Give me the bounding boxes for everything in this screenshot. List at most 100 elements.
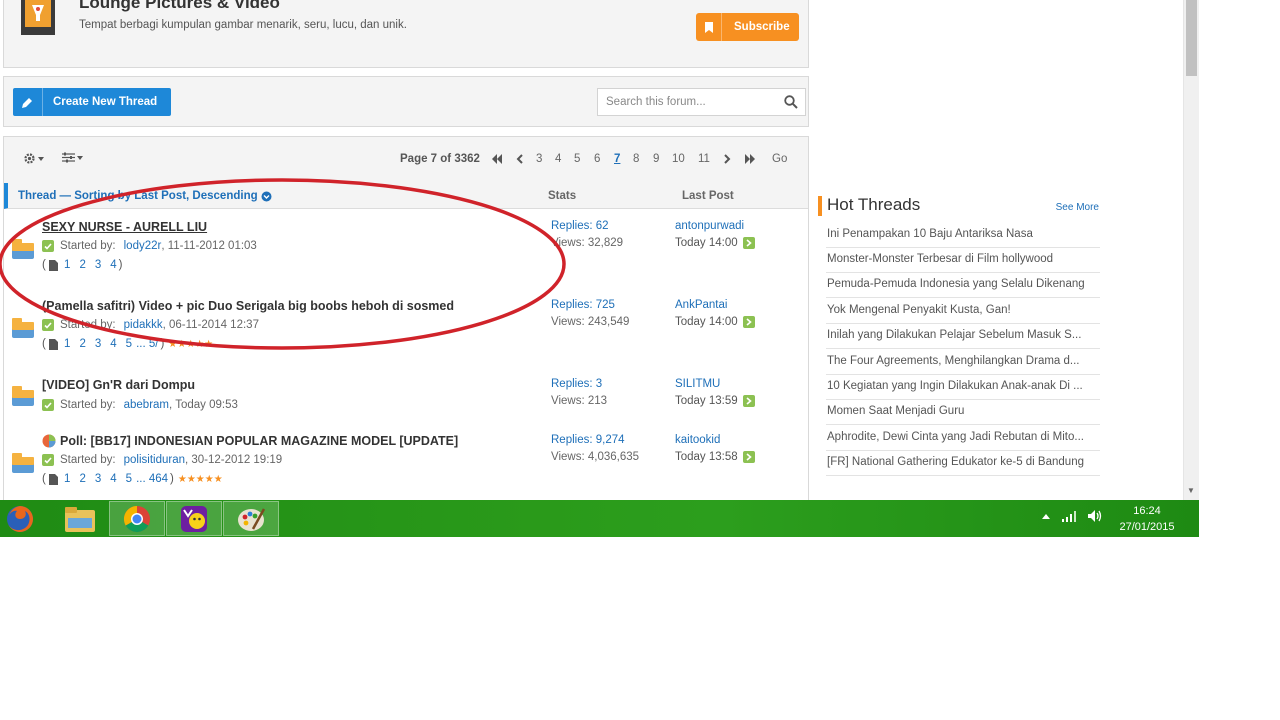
search-input[interactable] bbox=[598, 89, 782, 115]
page-link-10[interactable]: 10 bbox=[672, 153, 685, 165]
thread-author[interactable]: abebram bbox=[124, 399, 169, 411]
thread-author[interactable]: pidakkk bbox=[124, 319, 163, 331]
hot-thread-item[interactable]: Aphrodite, Dewi Cinta yang Jadi Rebutan … bbox=[826, 426, 1100, 451]
thread-replies: Replies: 62 bbox=[551, 220, 609, 232]
thread-page-link[interactable]: 2 bbox=[79, 259, 85, 271]
speaker-volume-icon[interactable] bbox=[1088, 510, 1102, 522]
thread-page-link[interactable]: 5 bbox=[126, 473, 132, 485]
browser-content: Lounge Pictures & Video Tempat berbagi k… bbox=[0, 0, 1183, 500]
thread-title[interactable]: Poll: [BB17] INDONESIAN POPULAR MAGAZINE… bbox=[60, 434, 458, 448]
thread-author[interactable]: lody22r bbox=[124, 240, 162, 252]
go-to-last-post-icon[interactable] bbox=[742, 316, 755, 328]
thread-row[interactable]: [VIDEO] Gn'R dari Dompu Started by: abeb… bbox=[4, 367, 808, 424]
last-post-user[interactable]: SILITMU bbox=[675, 378, 720, 390]
thread-title[interactable]: SEXY NURSE - AURELL LIU bbox=[42, 220, 207, 234]
hot-thread-item[interactable]: Pemuda-Pemuda Indonesia yang Selalu Dike… bbox=[826, 273, 1100, 298]
last-post-column-header: Last Post bbox=[682, 190, 734, 202]
thread-topbar: Page 7 of 3362 3 4 5 6 7 8 9 10 11 Go bbox=[4, 137, 808, 184]
thread-page-link[interactable]: 1 bbox=[64, 473, 70, 485]
thread-page-more[interactable]: ... 5/ bbox=[136, 338, 158, 350]
thread-row[interactable]: (Pamella safitri) Video + pic Duo Seriga… bbox=[4, 288, 808, 368]
hot-thread-item[interactable]: The Four Agreements, Menghilangkan Drama… bbox=[826, 350, 1100, 375]
first-page-icon[interactable] bbox=[491, 154, 503, 164]
filter-dropdown[interactable] bbox=[62, 152, 83, 163]
sort-dropdown[interactable]: Thread — Sorting by Last Post, Descendin… bbox=[18, 190, 272, 202]
last-post-user[interactable]: AnkPantai bbox=[675, 299, 727, 311]
next-page-icon[interactable] bbox=[724, 154, 732, 164]
search-icon[interactable] bbox=[784, 95, 798, 109]
page-link-11[interactable]: 11 bbox=[698, 153, 710, 165]
check-icon bbox=[42, 454, 54, 466]
started-by-label: Started by: bbox=[60, 319, 116, 331]
chevron-circle-down-icon bbox=[261, 191, 272, 201]
page-link-3[interactable]: 3 bbox=[536, 153, 542, 165]
page-link-5[interactable]: 5 bbox=[574, 153, 580, 165]
search-box bbox=[597, 88, 806, 116]
thread-page-link[interactable]: 4 bbox=[110, 259, 116, 271]
taskbar-chrome[interactable] bbox=[109, 501, 165, 536]
hot-thread-item[interactable]: Monster-Monster Terbesar di Film hollywo… bbox=[826, 248, 1100, 273]
network-signal-icon[interactable] bbox=[1062, 510, 1076, 522]
thread-page-link[interactable]: 3 bbox=[95, 338, 101, 350]
thread-page-link[interactable]: 1 bbox=[64, 259, 70, 271]
previous-page-icon[interactable] bbox=[515, 154, 523, 164]
thread-page-link[interactable]: 2 bbox=[79, 338, 85, 350]
thread-title[interactable]: [VIDEO] Gn'R dari Dompu bbox=[42, 378, 195, 392]
taskbar-file-explorer[interactable] bbox=[52, 501, 108, 536]
hot-thread-item[interactable]: Inilah yang Dilakukan Pelajar Sebelum Ma… bbox=[826, 324, 1100, 349]
page-link-9[interactable]: 9 bbox=[653, 153, 659, 165]
thread-page-link[interactable]: 4 bbox=[110, 338, 116, 350]
thread-title-wrap[interactable]: Poll: [BB17] INDONESIAN POPULAR MAGAZINE… bbox=[42, 434, 458, 448]
hot-thread-item[interactable]: 10 Kegiatan yang Ingin Dilakukan Anak-an… bbox=[826, 375, 1100, 400]
last-post-user[interactable]: antonpurwadi bbox=[675, 220, 744, 232]
last-post-user[interactable]: kaitookid bbox=[675, 434, 720, 446]
go-button[interactable]: Go bbox=[772, 153, 787, 165]
see-more-link[interactable]: See More bbox=[1056, 202, 1099, 213]
page-link-6[interactable]: 6 bbox=[594, 153, 600, 165]
clock-date[interactable]: 27/01/2015 bbox=[1116, 521, 1178, 533]
go-to-last-post-icon[interactable] bbox=[742, 237, 755, 249]
thread-page-link[interactable]: 3 bbox=[95, 259, 101, 271]
sliders-icon bbox=[62, 152, 75, 163]
scroll-down-arrow-icon[interactable]: ▼ bbox=[1187, 486, 1195, 495]
create-new-thread-button[interactable]: Create New Thread bbox=[13, 88, 171, 116]
thread-title[interactable]: (Pamella safitri) Video + pic Duo Seriga… bbox=[42, 299, 454, 313]
thread-row[interactable]: Poll: [BB17] INDONESIAN POPULAR MAGAZINE… bbox=[4, 423, 808, 500]
thread-page-link[interactable]: 5 bbox=[126, 338, 132, 350]
go-to-last-post-icon[interactable] bbox=[742, 395, 755, 407]
clock-time[interactable]: 16:24 bbox=[1120, 505, 1174, 517]
thread-row[interactable]: SEXY NURSE - AURELL LIU Started by: lody… bbox=[4, 209, 808, 289]
bookmark-icon bbox=[696, 13, 722, 41]
taskbar: 16:24 27/01/2015 bbox=[0, 500, 1199, 537]
hot-thread-item[interactable]: Momen Saat Menjadi Guru bbox=[826, 400, 1100, 425]
thread-page-link[interactable]: 1 bbox=[64, 338, 70, 350]
last-page-icon[interactable] bbox=[744, 154, 756, 164]
settings-dropdown[interactable] bbox=[23, 152, 44, 165]
thread-page-link[interactable]: 2 bbox=[79, 473, 85, 485]
taskbar-paint[interactable] bbox=[223, 501, 279, 536]
page-link-current[interactable]: 7 bbox=[614, 153, 620, 165]
thread-page-link[interactable]: 4 bbox=[110, 473, 116, 485]
scrollbar-thumb[interactable] bbox=[1186, 0, 1197, 76]
thread-author[interactable]: polisitiduran bbox=[124, 454, 185, 466]
last-post-time-text: Today 14:00 bbox=[675, 237, 738, 249]
thread-views: Views: 243,549 bbox=[551, 316, 630, 328]
taskbar-firefox[interactable] bbox=[0, 501, 40, 536]
thread-page-more[interactable]: ... 464 bbox=[136, 473, 168, 485]
page-link-4[interactable]: 4 bbox=[555, 153, 561, 165]
caret-down-icon bbox=[38, 156, 44, 161]
vertical-scrollbar[interactable]: ▼ bbox=[1183, 0, 1199, 500]
page-indicator: Page 7 of 3362 bbox=[400, 153, 480, 165]
hot-thread-item[interactable]: Yok Mengenal Penyakit Kusta, Gan! bbox=[826, 299, 1100, 324]
taskbar-yahoo-messenger[interactable] bbox=[166, 501, 222, 536]
thread-views: Views: 4,036,635 bbox=[551, 451, 640, 463]
hot-thread-item[interactable]: [FR] National Gathering Edukator ke-5 di… bbox=[826, 451, 1100, 476]
show-hidden-icons-icon[interactable] bbox=[1042, 513, 1050, 519]
thread-page-link[interactable]: 3 bbox=[95, 473, 101, 485]
subscribe-button[interactable]: Subscribe bbox=[696, 13, 799, 41]
page-link-8[interactable]: 8 bbox=[633, 153, 639, 165]
forum-header: Lounge Pictures & Video Tempat berbagi k… bbox=[3, 0, 809, 68]
last-post-time: Today 13:59 bbox=[675, 395, 755, 407]
hot-thread-item[interactable]: Ini Penampakan 10 Baju Antariksa Nasa bbox=[826, 223, 1100, 248]
go-to-last-post-icon[interactable] bbox=[742, 451, 755, 463]
